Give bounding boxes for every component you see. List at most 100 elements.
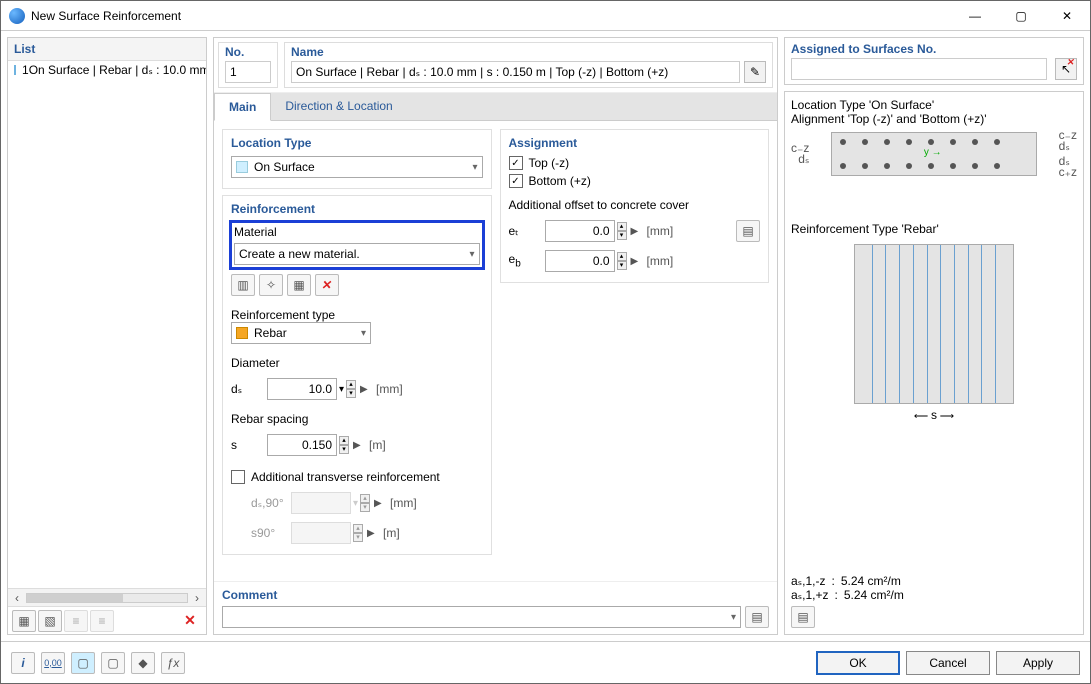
cancel-button[interactable]: Cancel xyxy=(906,651,990,675)
eb-input[interactable]: 0.0 xyxy=(545,250,615,272)
play-icon[interactable]: ▶ xyxy=(631,256,641,267)
comment-title: Comment xyxy=(222,588,769,602)
material-label: Material xyxy=(234,225,480,239)
t-diameter-input xyxy=(291,492,351,514)
view-button-3[interactable]: ◆ xyxy=(131,652,155,674)
help-button[interactable]: i xyxy=(11,652,35,674)
tab-main[interactable]: Main xyxy=(214,93,271,121)
view-button-1[interactable]: ▢ xyxy=(71,652,95,674)
diag-label: dₛ xyxy=(1059,141,1077,152)
titlebar: New Surface Reinforcement — ▢ ✕ xyxy=(1,1,1090,31)
maximize-button[interactable]: ▢ xyxy=(998,1,1044,31)
spacing-input[interactable]: 0.150 xyxy=(267,434,337,456)
result-1-sym: aₛ,1,-z xyxy=(791,574,826,588)
delete-button[interactable]: ✕ xyxy=(178,610,202,632)
t-spacing-symbol: s90° xyxy=(251,526,291,540)
offset-title: Additional offset to concrete cover xyxy=(509,198,761,212)
eb-unit: [mm] xyxy=(647,254,674,268)
t-spacing-unit: [m] xyxy=(383,526,400,540)
horizontal-scrollbar[interactable]: ‹› xyxy=(8,588,206,606)
chevron-down-icon: ▾ xyxy=(361,328,366,339)
play-icon[interactable]: ▶ xyxy=(353,440,363,451)
comment-button[interactable]: ▤ xyxy=(745,606,769,628)
chevron-down-icon: ▾ xyxy=(469,249,474,260)
result-info-button[interactable]: ▤ xyxy=(791,606,815,628)
material-library-button[interactable]: ▥ xyxy=(231,274,255,296)
et-input[interactable]: 0.0 xyxy=(545,220,615,242)
no-input[interactable]: 1 xyxy=(225,61,271,83)
et-symbol: eₜ xyxy=(509,224,545,238)
apply-button[interactable]: Apply xyxy=(996,651,1080,675)
tool-button-4[interactable]: ≡ xyxy=(90,610,114,632)
reinforcement-title: Reinforcement xyxy=(231,202,483,216)
location-type-dropdown[interactable]: On Surface ▾ xyxy=(231,156,483,178)
pick-surface-button[interactable]: ↖✕ xyxy=(1055,58,1077,80)
diag-label: dₛ xyxy=(791,154,809,165)
play-icon[interactable]: ▶ xyxy=(360,384,370,395)
edit-name-button[interactable]: ✎ xyxy=(744,61,766,83)
et-unit: [mm] xyxy=(647,224,674,238)
material-dropdown[interactable]: Create a new material. ▾ xyxy=(234,243,480,265)
chevron-down-icon: ▾ xyxy=(472,162,477,173)
new-item-button[interactable]: ▦ xyxy=(12,610,36,632)
tab-direction[interactable]: Direction & Location xyxy=(271,93,406,120)
bottom-checkbox[interactable]: ✓ xyxy=(509,174,523,188)
material-edit-button[interactable]: ▦ xyxy=(287,274,311,296)
reinf-type-label: Reinforcement type xyxy=(231,308,483,322)
assigned-label: Assigned to Surfaces No. xyxy=(791,42,1077,56)
eb-spinner[interactable]: ▴▾ xyxy=(617,252,627,270)
rebar-diagram xyxy=(854,244,1014,404)
list[interactable]: 1 On Surface | Rebar | dₛ : 10.0 mm xyxy=(8,61,206,588)
close-button[interactable]: ✕ xyxy=(1044,1,1090,31)
assigned-input[interactable] xyxy=(791,58,1047,80)
tool-button-3[interactable]: ≡ xyxy=(64,610,88,632)
top-label: Top (-z) xyxy=(529,156,570,170)
spacing-unit: [m] xyxy=(369,438,386,452)
list-item[interactable]: 1 On Surface | Rebar | dₛ : 10.0 mm xyxy=(8,61,206,79)
list-item-label: On Surface | Rebar | dₛ : 10.0 mm xyxy=(29,63,206,77)
et-spinner[interactable]: ▴▾ xyxy=(617,222,627,240)
reinf-type-dropdown[interactable]: Rebar ▾ xyxy=(231,322,371,344)
no-label: No. xyxy=(225,45,271,59)
location-type-value: On Surface xyxy=(254,160,315,174)
loc-info-1: Location Type 'On Surface' xyxy=(791,98,1077,112)
rebar-title: Reinforcement Type 'Rebar' xyxy=(791,222,1077,236)
t-spacing-input xyxy=(291,522,351,544)
transverse-label: Additional transverse reinforcement xyxy=(251,470,440,484)
result-2-sym: aₛ,1,+z xyxy=(791,588,829,602)
ok-button[interactable]: OK xyxy=(816,651,900,675)
top-checkbox[interactable]: ✓ xyxy=(509,156,523,170)
material-delete-button[interactable]: ✕ xyxy=(315,274,339,296)
play-icon[interactable]: ▶ xyxy=(631,226,641,237)
diameter-input[interactable]: 10.0 xyxy=(267,378,337,400)
diameter-label: Diameter xyxy=(231,356,483,370)
t-diameter-symbol: dₛ,90° xyxy=(251,496,291,510)
window-title: New Surface Reinforcement xyxy=(31,9,952,23)
units-button[interactable]: 0,00 xyxy=(41,652,65,674)
reinf-type-value: Rebar xyxy=(254,326,287,340)
minimize-button[interactable]: — xyxy=(952,1,998,31)
diameter-symbol: dₛ xyxy=(231,382,267,396)
diag-label: c₊z xyxy=(1059,167,1077,178)
transverse-checkbox[interactable] xyxy=(231,470,245,484)
offset-info-button[interactable]: ▤ xyxy=(736,220,760,242)
material-new-button[interactable]: ✧ xyxy=(259,274,283,296)
material-value: Create a new material. xyxy=(239,247,360,261)
view-button-2[interactable]: ▢ xyxy=(101,652,125,674)
spacing-label: Rebar spacing xyxy=(231,412,483,426)
loc-info-2: Alignment 'Top (-z)' and 'Bottom (+z)' xyxy=(791,112,1077,126)
list-item-icon xyxy=(14,65,16,75)
bottom-label: Bottom (+z) xyxy=(529,174,591,188)
comment-dropdown[interactable]: ▾ xyxy=(222,606,741,628)
name-input[interactable]: On Surface | Rebar | dₛ : 10.0 mm | s : … xyxy=(291,61,740,83)
script-button[interactable]: ƒx xyxy=(161,652,185,674)
assignment-title: Assignment xyxy=(509,136,761,150)
location-type-title: Location Type xyxy=(231,136,483,150)
s-label: ⟵ s ⟶ xyxy=(791,408,1077,422)
diameter-spinner[interactable]: ▴▾ xyxy=(346,380,356,398)
copy-item-button[interactable]: ▧ xyxy=(38,610,62,632)
t-diameter-unit: [mm] xyxy=(390,496,417,510)
spacing-spinner[interactable]: ▴▾ xyxy=(339,436,349,454)
diameter-unit: [mm] xyxy=(376,382,403,396)
eb-symbol: eb xyxy=(509,252,545,269)
